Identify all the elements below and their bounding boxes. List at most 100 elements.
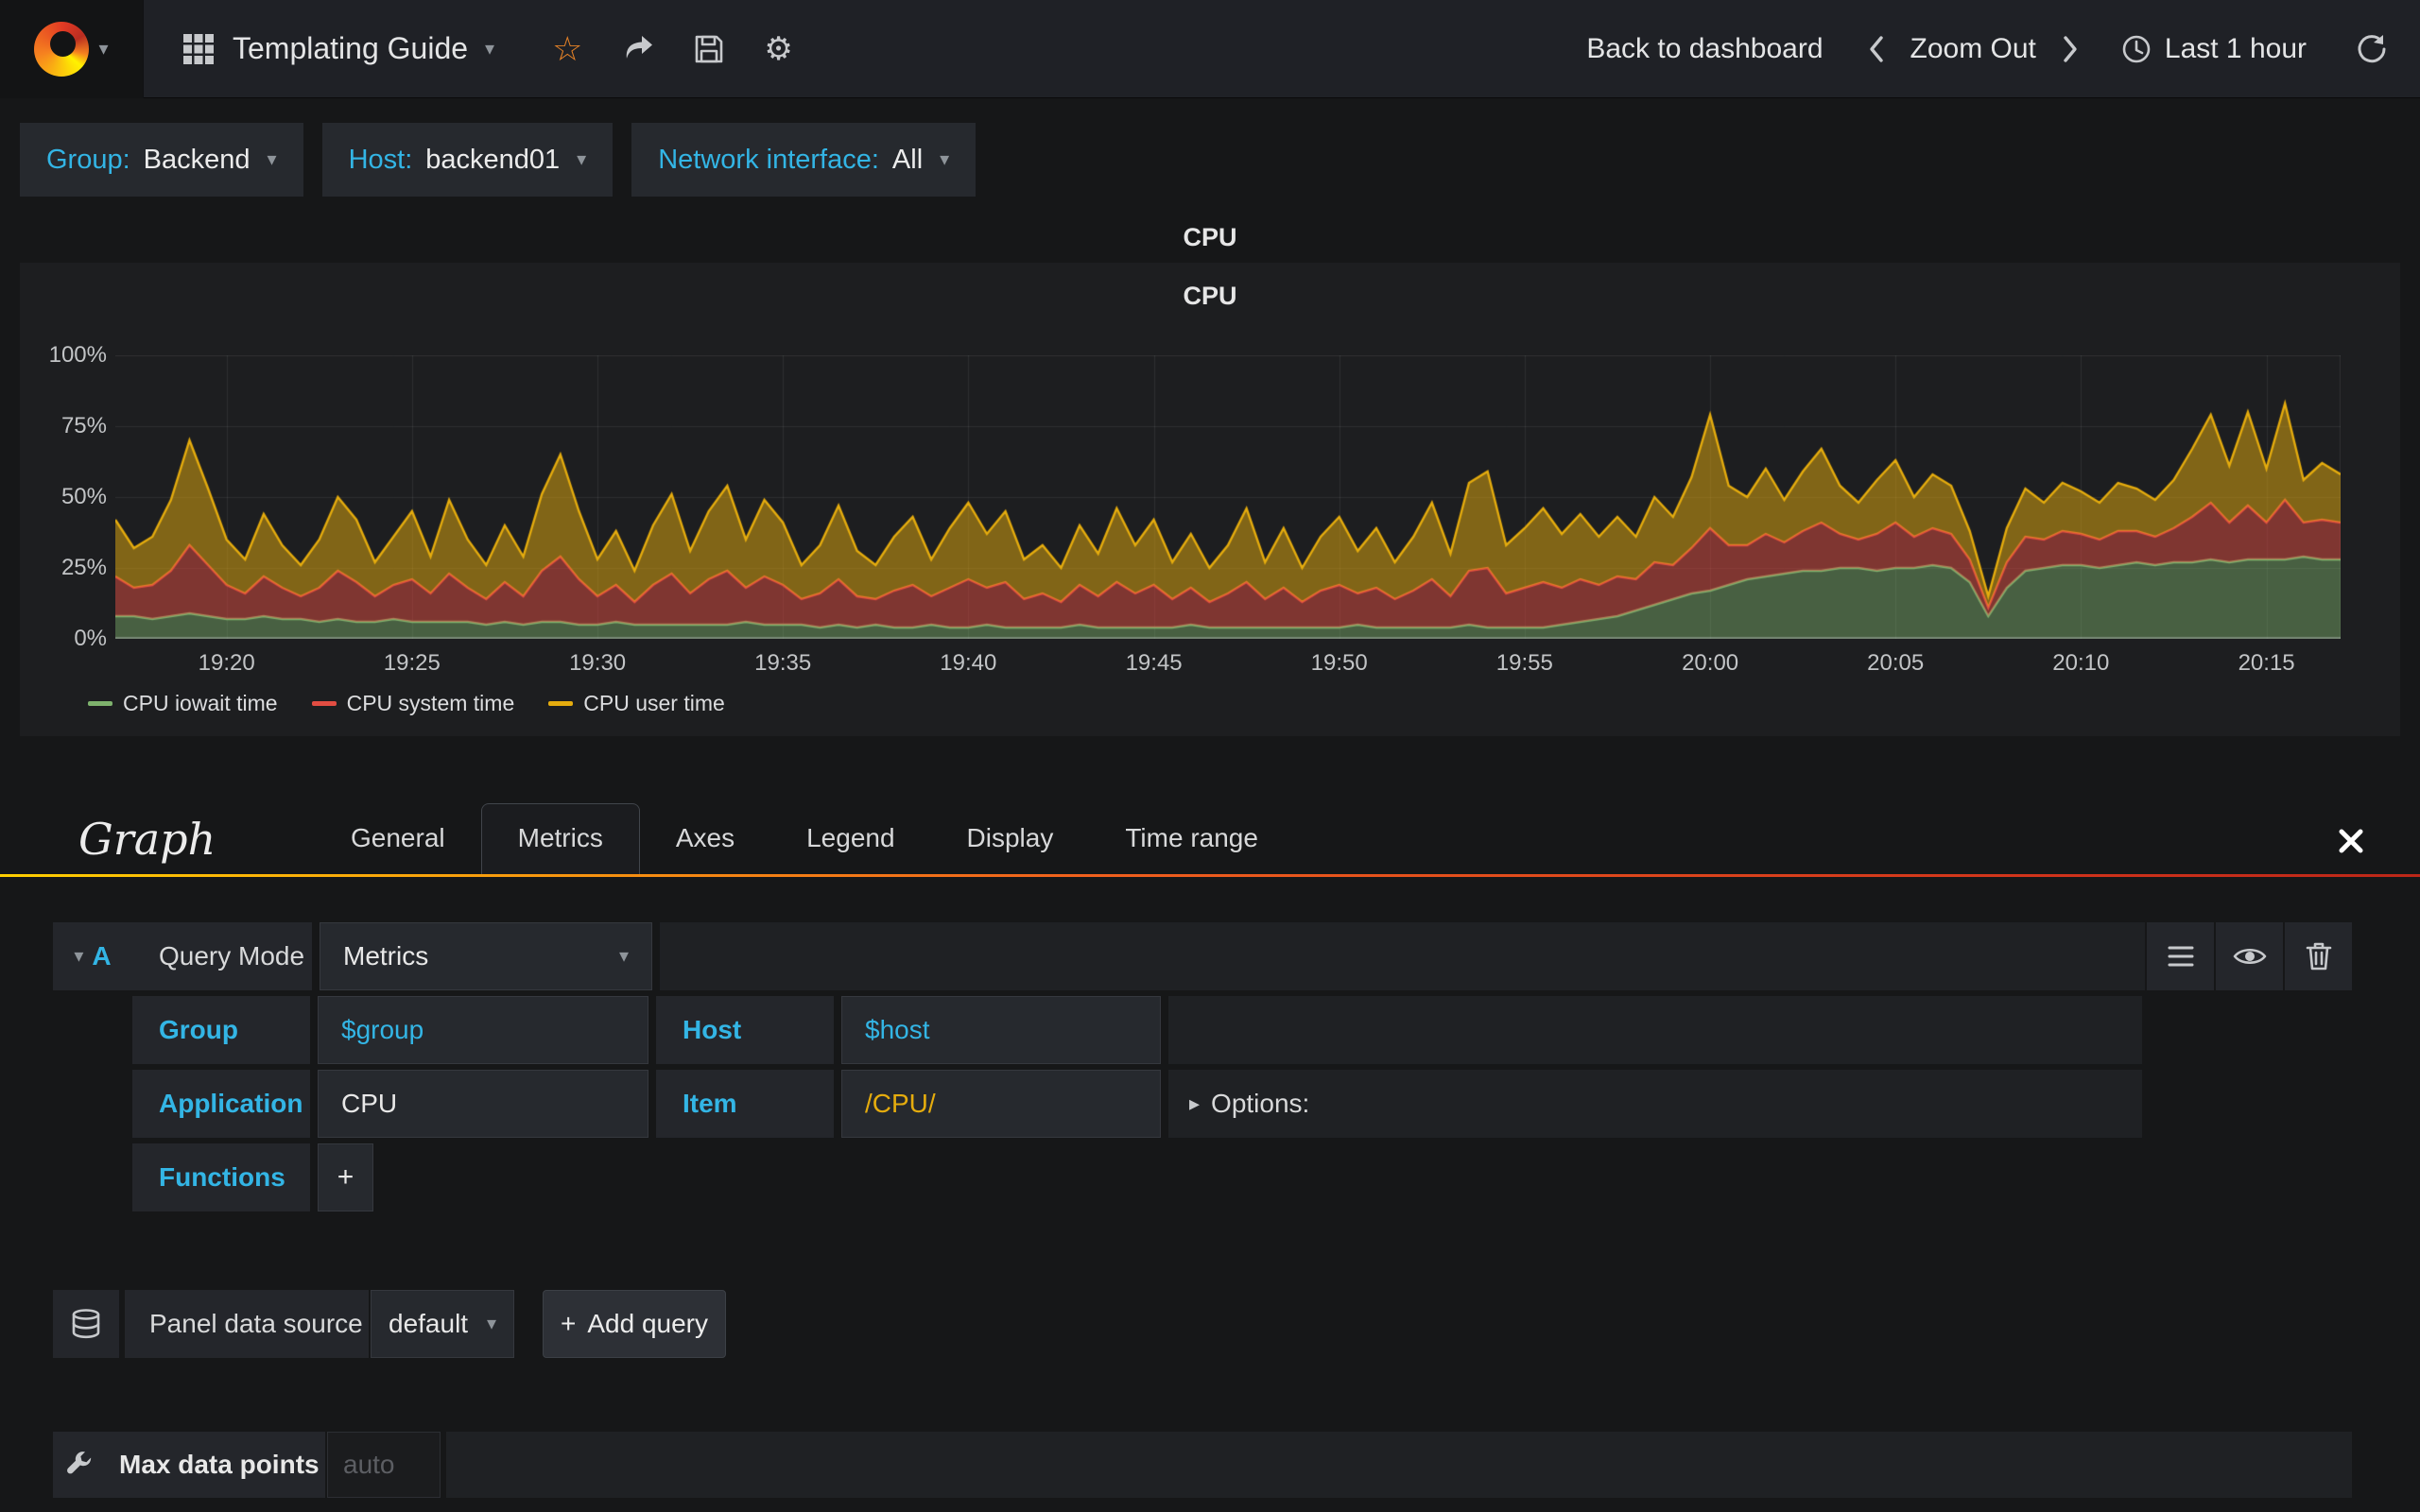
variable-group-dropdown[interactable]: Group: Backend ▾ [20,123,303,197]
query-mode-dropdown[interactable]: Metrics ▾ [320,922,652,990]
time-range-label: Last 1 hour [2164,32,2307,64]
variable-host-dropdown[interactable]: Host: backend01 ▾ [321,123,614,197]
tab-general[interactable]: General [315,804,481,874]
chevron-left-icon[interactable] [1867,34,1886,64]
datasource-dropdown[interactable]: default ▾ [371,1290,514,1358]
cpu-chart-canvas[interactable] [115,355,2341,639]
star-dashboard-button[interactable]: ☆ [532,0,602,98]
max-data-points-input[interactable] [327,1432,441,1498]
legend-label: CPU iowait time [123,691,278,715]
refresh-icon[interactable] [2356,33,2388,65]
x-tick-label: 19:35 [754,650,812,676]
query-collapse-toggle[interactable]: ▾ A [53,922,132,990]
row-indent [53,996,132,1064]
y-tick-label: 50% [60,484,107,509]
time-shift-controls: Zoom Out [1867,33,2080,65]
host-field-input[interactable]: $host [841,996,1161,1064]
panel-editor-header: Graph General Metrics Axes Legend Displa… [0,785,2420,874]
legend-item-system[interactable]: CPU system time [311,691,515,716]
variable-value: backend01 [425,144,561,175]
tab-display[interactable]: Display [931,804,1090,874]
wrench-icon [67,1452,92,1474]
item-field-label: Item [656,1070,834,1138]
legend-label: CPU system time [346,691,515,715]
application-field-value: CPU [341,1089,398,1118]
variable-label: Group: [46,144,130,175]
panel-type-title: Graph [78,814,216,865]
row-indent [53,1070,132,1138]
variable-label: Host: [348,144,413,175]
close-editor-button[interactable] [2337,827,2365,855]
add-query-button[interactable]: + Add query [543,1290,726,1358]
panel-header-title[interactable]: CPU [0,215,2420,259]
item-field-value: /CPU/ [865,1089,936,1118]
group-field-input[interactable]: $group [318,996,648,1064]
tab-axes[interactable]: Axes [640,804,770,874]
query-delete-button[interactable] [2285,922,2352,990]
settings-button[interactable]: ⚙ [744,0,812,98]
variable-value: All [891,144,924,175]
chevron-right-icon[interactable] [2061,34,2080,64]
grafana-logo-menu[interactable]: ▾ [0,0,144,98]
legend-swatch-system [311,701,337,706]
query-row-group-host: Group $group Host $host [53,996,2352,1064]
variable-label: Network interface: [658,144,879,175]
share-icon [627,35,653,59]
max-data-points-row: Max data points [53,1432,2352,1498]
tab-legend[interactable]: Legend [770,804,930,874]
query-row-mode: ▾ A Query Mode Metrics ▾ [53,922,2352,990]
item-field-input[interactable]: /CPU/ [841,1070,1161,1138]
grafana-logo-icon [34,21,90,77]
query-letter: A [92,941,112,971]
dashboard-title-menu[interactable]: Templating Guide ▾ [144,0,532,98]
share-dashboard-button[interactable] [602,0,674,98]
wrench-icon-cell [53,1432,104,1498]
add-function-button[interactable]: + [318,1143,373,1211]
chevron-down-icon: ▾ [485,38,495,60]
back-to-dashboard-button[interactable]: Back to dashboard [1586,33,1823,65]
legend-item-iowait[interactable]: CPU iowait time [88,691,278,716]
plus-icon: + [561,1309,577,1338]
panel-edit-tabs: General Metrics Axes Legend Display Time… [315,803,1294,874]
query-toggle-visibility-button[interactable] [2216,922,2283,990]
variable-netif-dropdown[interactable]: Network interface: All ▾ [631,123,977,197]
x-tick-label: 20:00 [1682,650,1739,676]
x-tick-label: 19:45 [1125,650,1183,676]
host-field-value: $host [865,1015,930,1044]
time-range-picker[interactable]: Last 1 hour [2121,33,2307,65]
navbar-right-controls: Back to dashboard Zoom Out Last 1 hour [1586,33,2420,65]
tab-time-range[interactable]: Time range [1089,804,1294,874]
database-icon [72,1309,100,1339]
y-tick-label: 100% [48,342,107,368]
add-query-label: Add query [587,1309,708,1338]
y-tick-label: 75% [60,413,107,438]
tab-metrics[interactable]: Metrics [480,803,640,874]
options-label: Options: [1211,1089,1310,1118]
application-field-input[interactable]: CPU [318,1070,648,1138]
save-dashboard-button[interactable] [674,0,744,98]
dashboard-grid-icon [183,33,214,64]
y-tick-label: 0% [74,626,107,651]
top-navbar: ▾ Templating Guide ▾ ☆ ⚙ Back to dashboa… [0,0,2420,98]
application-field-label: Application [132,1070,310,1138]
x-tick-label: 19:25 [383,650,441,676]
options-toggle[interactable]: ▸ Options: [1168,1070,2142,1138]
chevron-down-icon: ▾ [618,946,629,967]
max-data-points-label: Max data points [104,1432,325,1498]
x-tick-label: 19:30 [569,650,627,676]
chevron-down-icon: ▾ [98,38,109,60]
query-menu-button[interactable] [2147,922,2214,990]
x-tick-label: 19:20 [198,650,255,676]
group-field-label: Group [132,996,310,1064]
chart-plot-area[interactable] [115,355,2341,639]
chevron-down-icon: ▾ [486,1314,496,1334]
save-icon [696,35,723,62]
max-data-points-filler [446,1432,2352,1498]
x-tick-label: 19:40 [940,650,997,676]
zoom-out-button[interactable]: Zoom Out [1910,33,2036,65]
x-tick-label: 19:50 [1310,650,1368,676]
dashboard-title: Templating Guide [233,31,469,65]
legend-item-user[interactable]: CPU user time [548,691,725,716]
menu-icon [2168,946,2193,967]
y-tick-label: 25% [60,555,107,580]
